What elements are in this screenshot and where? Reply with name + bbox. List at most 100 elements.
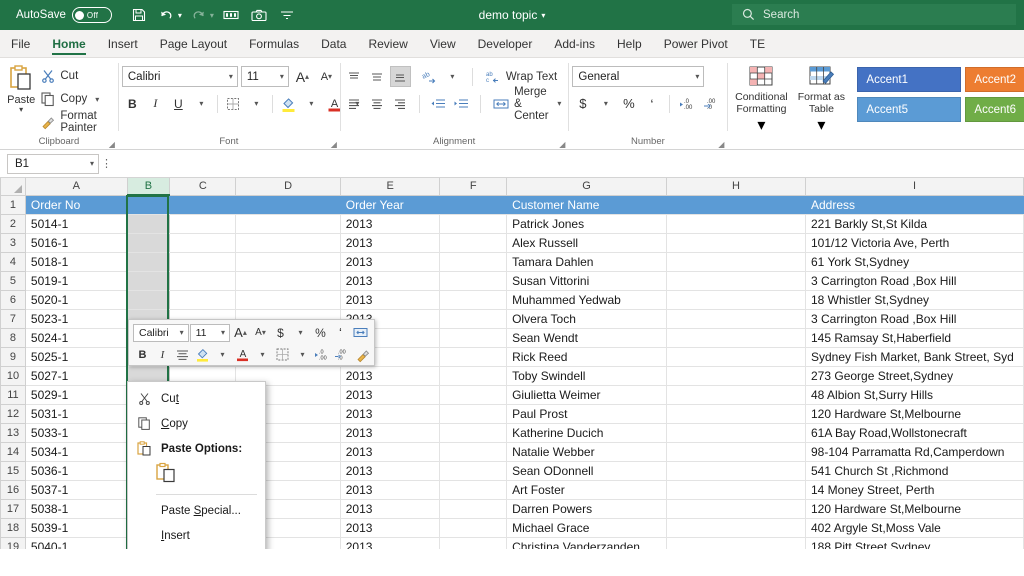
ribbon-tab-data[interactable]: Data bbox=[310, 30, 357, 57]
align-left-button[interactable] bbox=[344, 93, 365, 114]
cell-H11[interactable] bbox=[666, 385, 805, 404]
row-header-5[interactable]: 5 bbox=[1, 271, 26, 290]
cell-style-accent2[interactable]: Accent2 bbox=[965, 67, 1024, 92]
decrease-indent-button[interactable] bbox=[427, 93, 448, 114]
cell-G14[interactable]: Natalie Webber bbox=[507, 442, 667, 461]
cell-B5[interactable] bbox=[127, 271, 170, 290]
percent-style-button[interactable]: % bbox=[618, 93, 639, 114]
cell-A7[interactable]: 5023-1 bbox=[25, 309, 127, 328]
sheet-row[interactable]: 35016-12013Alex Russell101/12 Victoria A… bbox=[1, 233, 1024, 252]
cell-I15[interactable]: 541 Church St ,Richmond bbox=[806, 461, 1024, 480]
cell-E4[interactable]: 2013 bbox=[340, 252, 440, 271]
cell-A13[interactable]: 5033-1 bbox=[25, 423, 127, 442]
row-header-7[interactable]: 7 bbox=[1, 309, 26, 328]
underline-dropdown-icon[interactable]: ▾ bbox=[191, 93, 212, 114]
cell-G16[interactable]: Art Foster bbox=[507, 480, 667, 499]
context-menu-item-paste-options[interactable]: Paste Options: bbox=[128, 436, 265, 461]
cell-A17[interactable]: 5038-1 bbox=[25, 499, 127, 518]
copy-dropdown-icon[interactable]: ▾ bbox=[95, 95, 99, 104]
row-header-4[interactable]: 4 bbox=[1, 252, 26, 271]
cell-D3[interactable] bbox=[236, 233, 340, 252]
cell-H8[interactable] bbox=[666, 328, 805, 347]
format-as-table-dropdown-icon[interactable]: ▾ bbox=[817, 115, 825, 135]
cell-H16[interactable] bbox=[666, 480, 805, 499]
copy-button[interactable]: Copy ▾ bbox=[38, 89, 114, 109]
sheet-row[interactable]: 65020-12013Muhammed Yedwab18 Whistler St… bbox=[1, 290, 1024, 309]
row-header-14[interactable]: 14 bbox=[1, 442, 26, 461]
cell-F1[interactable] bbox=[440, 195, 507, 214]
context-menu-item-copy[interactable]: Copy bbox=[128, 411, 265, 436]
cell-I5[interactable]: 3 Carrington Road ,Box Hill bbox=[806, 271, 1024, 290]
cell-G5[interactable]: Susan Vittorini bbox=[507, 271, 667, 290]
align-top-button[interactable] bbox=[344, 66, 365, 87]
ribbon-tab-file[interactable]: File bbox=[0, 30, 41, 57]
alignment-dialog-launcher[interactable]: ◢ bbox=[559, 140, 565, 149]
spreadsheet-grid[interactable]: ABCDEFGHI 1Order NoOrder YearCustomer Na… bbox=[0, 178, 1024, 549]
column-header-E[interactable]: E bbox=[340, 178, 440, 195]
cell-E13[interactable]: 2013 bbox=[340, 423, 440, 442]
row-header-19[interactable]: 19 bbox=[1, 537, 26, 549]
sheet-row[interactable]: 45018-12013Tamara Dahlen61 York St,Sydne… bbox=[1, 252, 1024, 271]
save-icon[interactable] bbox=[126, 3, 152, 27]
cell-F15[interactable] bbox=[440, 461, 507, 480]
cell-C4[interactable] bbox=[170, 252, 236, 271]
cell-F11[interactable] bbox=[440, 385, 507, 404]
ribbon-tab-add-ins[interactable]: Add-ins bbox=[543, 30, 606, 57]
cell-D1[interactable] bbox=[236, 195, 340, 214]
mini-comma-style-button[interactable]: ‘ bbox=[331, 323, 350, 342]
align-middle-button[interactable] bbox=[367, 66, 388, 87]
cell-D5[interactable] bbox=[236, 271, 340, 290]
number-dialog-launcher[interactable]: ◢ bbox=[718, 140, 724, 149]
conditional-formatting-button[interactable]: Conditional Formatting ▾ bbox=[731, 61, 791, 135]
cell-I1[interactable]: Address bbox=[806, 195, 1024, 214]
context-menu-item-paste-special[interactable]: Paste Special... bbox=[128, 498, 265, 523]
cell-H10[interactable] bbox=[666, 366, 805, 385]
fill-color-dropdown-icon[interactable]: ▾ bbox=[301, 93, 322, 114]
cell-E11[interactable]: 2013 bbox=[340, 385, 440, 404]
cell-I11[interactable]: 48 Albion St,Surry Hills bbox=[806, 385, 1024, 404]
redo-dropdown-icon[interactable]: ▾ bbox=[210, 11, 214, 20]
cell-E16[interactable]: 2013 bbox=[340, 480, 440, 499]
orientation-button[interactable]: ab bbox=[419, 66, 440, 87]
column-header-A[interactable]: A bbox=[25, 178, 127, 195]
cell-G8[interactable]: Sean Wendt bbox=[507, 328, 667, 347]
cell-G15[interactable]: Sean ODonnell bbox=[507, 461, 667, 480]
ribbon-tab-home[interactable]: Home bbox=[41, 30, 96, 57]
cell-G13[interactable]: Katherine Ducich bbox=[507, 423, 667, 442]
cell-F7[interactable] bbox=[440, 309, 507, 328]
orientation-dropdown-icon[interactable]: ▾ bbox=[442, 66, 463, 87]
cell-I16[interactable]: 14 Money Street, Perth bbox=[806, 480, 1024, 499]
cell-E19[interactable]: 2013 bbox=[340, 537, 440, 549]
cell-G1[interactable]: Customer Name bbox=[507, 195, 667, 214]
autosave-toggle[interactable]: Off bbox=[72, 7, 112, 23]
clipboard-dialog-launcher[interactable]: ◢ bbox=[109, 140, 115, 149]
cell-A6[interactable]: 5020-1 bbox=[25, 290, 127, 309]
mini-font-name-combo[interactable]: Calibri▾ bbox=[133, 324, 189, 342]
font-size-dropdown-icon[interactable]: ▾ bbox=[280, 72, 284, 81]
cell-G6[interactable]: Muhammed Yedwab bbox=[507, 290, 667, 309]
cell-H15[interactable] bbox=[666, 461, 805, 480]
cell-A16[interactable]: 5037-1 bbox=[25, 480, 127, 499]
font-size-combo[interactable]: 11▾ bbox=[241, 66, 289, 87]
autosave-control[interactable]: AutoSave Off bbox=[16, 7, 112, 23]
bold-button[interactable]: B bbox=[122, 93, 143, 114]
row-header-18[interactable]: 18 bbox=[1, 518, 26, 537]
cell-I14[interactable]: 98-104 Parramatta Rd,Camperdown bbox=[806, 442, 1024, 461]
mini-accounting-format-button[interactable]: $ bbox=[271, 323, 290, 342]
cell-E5[interactable]: 2013 bbox=[340, 271, 440, 290]
row-header-12[interactable]: 12 bbox=[1, 404, 26, 423]
cell-C1[interactable] bbox=[170, 195, 236, 214]
cell-G19[interactable]: Christina Vanderzanden bbox=[507, 537, 667, 549]
cell-A11[interactable]: 5029-1 bbox=[25, 385, 127, 404]
cell-C5[interactable] bbox=[170, 271, 236, 290]
borders-dropdown-icon[interactable]: ▾ bbox=[246, 93, 267, 114]
mini-format-painter-button[interactable] bbox=[353, 345, 372, 364]
cell-E14[interactable]: 2013 bbox=[340, 442, 440, 461]
ribbon-tab-view[interactable]: View bbox=[419, 30, 467, 57]
cell-H14[interactable] bbox=[666, 442, 805, 461]
cell-H19[interactable] bbox=[666, 537, 805, 549]
cell-H2[interactable] bbox=[666, 214, 805, 233]
cell-I13[interactable]: 61A Bay Road,Wollstonecraft bbox=[806, 423, 1024, 442]
mini-align-button[interactable] bbox=[173, 345, 192, 364]
cell-I9[interactable]: Sydney Fish Market, Bank Street, Syd bbox=[806, 347, 1024, 366]
